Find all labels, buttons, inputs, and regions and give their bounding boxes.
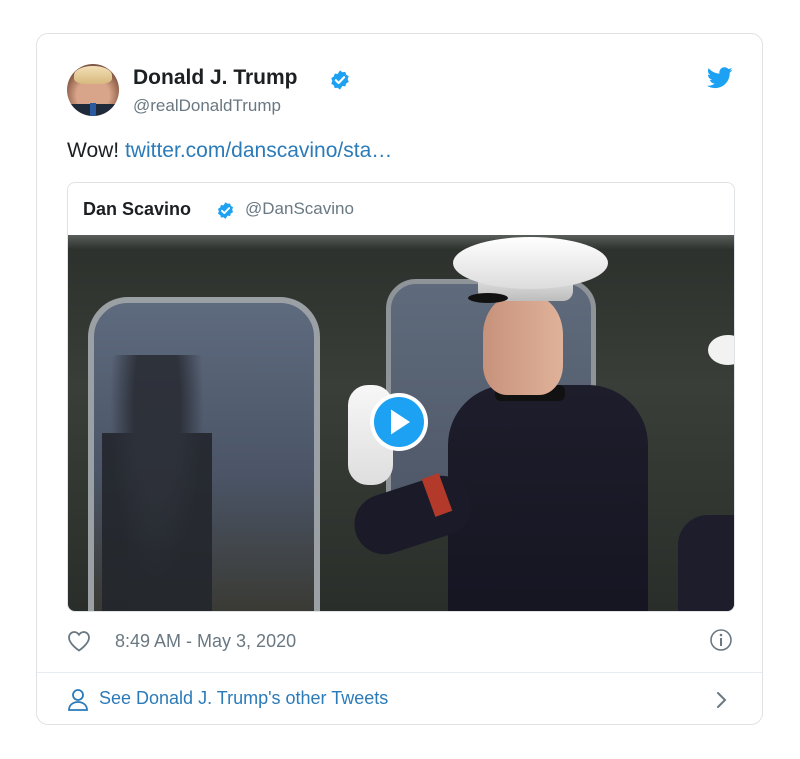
author-handle[interactable]: @realDonaldTrump [133, 96, 281, 116]
tweet-meta: 8:49 AM - May 3, 2020 [67, 628, 737, 658]
tweet-text-prefix: Wow! [67, 139, 120, 162]
twitter-bird-icon[interactable] [707, 67, 733, 89]
see-other-tweets-label[interactable]: See Donald J. Trump's other Tweets [99, 688, 388, 709]
verified-badge-icon [331, 70, 349, 90]
see-other-tweets-link[interactable]: See Donald J. Trump's other Tweets [67, 686, 737, 714]
play-icon [391, 409, 410, 435]
divider [37, 672, 762, 673]
author-name[interactable]: Donald J. Trump [133, 66, 298, 90]
info-icon[interactable] [709, 628, 733, 652]
play-button[interactable] [370, 393, 428, 451]
chevron-right-icon[interactable] [715, 690, 729, 710]
quoted-tweet[interactable]: Dan Scavino @DanScavino [67, 182, 735, 612]
video-thumbnail[interactable] [68, 235, 734, 611]
tweet-text: Wow! twitter.com/danscavino/sta… [67, 139, 392, 163]
quoted-author-name[interactable]: Dan Scavino [83, 199, 191, 220]
author-avatar[interactable] [67, 64, 119, 116]
quoted-author-handle[interactable]: @DanScavino [245, 199, 354, 219]
heart-icon[interactable] [67, 630, 91, 652]
embedded-tweet-card: Donald J. Trump @realDonaldTrump Wow! tw… [36, 33, 763, 725]
tweet-timestamp[interactable]: 8:49 AM - May 3, 2020 [115, 631, 296, 652]
verified-badge-icon [217, 202, 234, 219]
tweet-link[interactable]: twitter.com/danscavino/sta… [125, 139, 392, 162]
person-icon [68, 689, 88, 711]
